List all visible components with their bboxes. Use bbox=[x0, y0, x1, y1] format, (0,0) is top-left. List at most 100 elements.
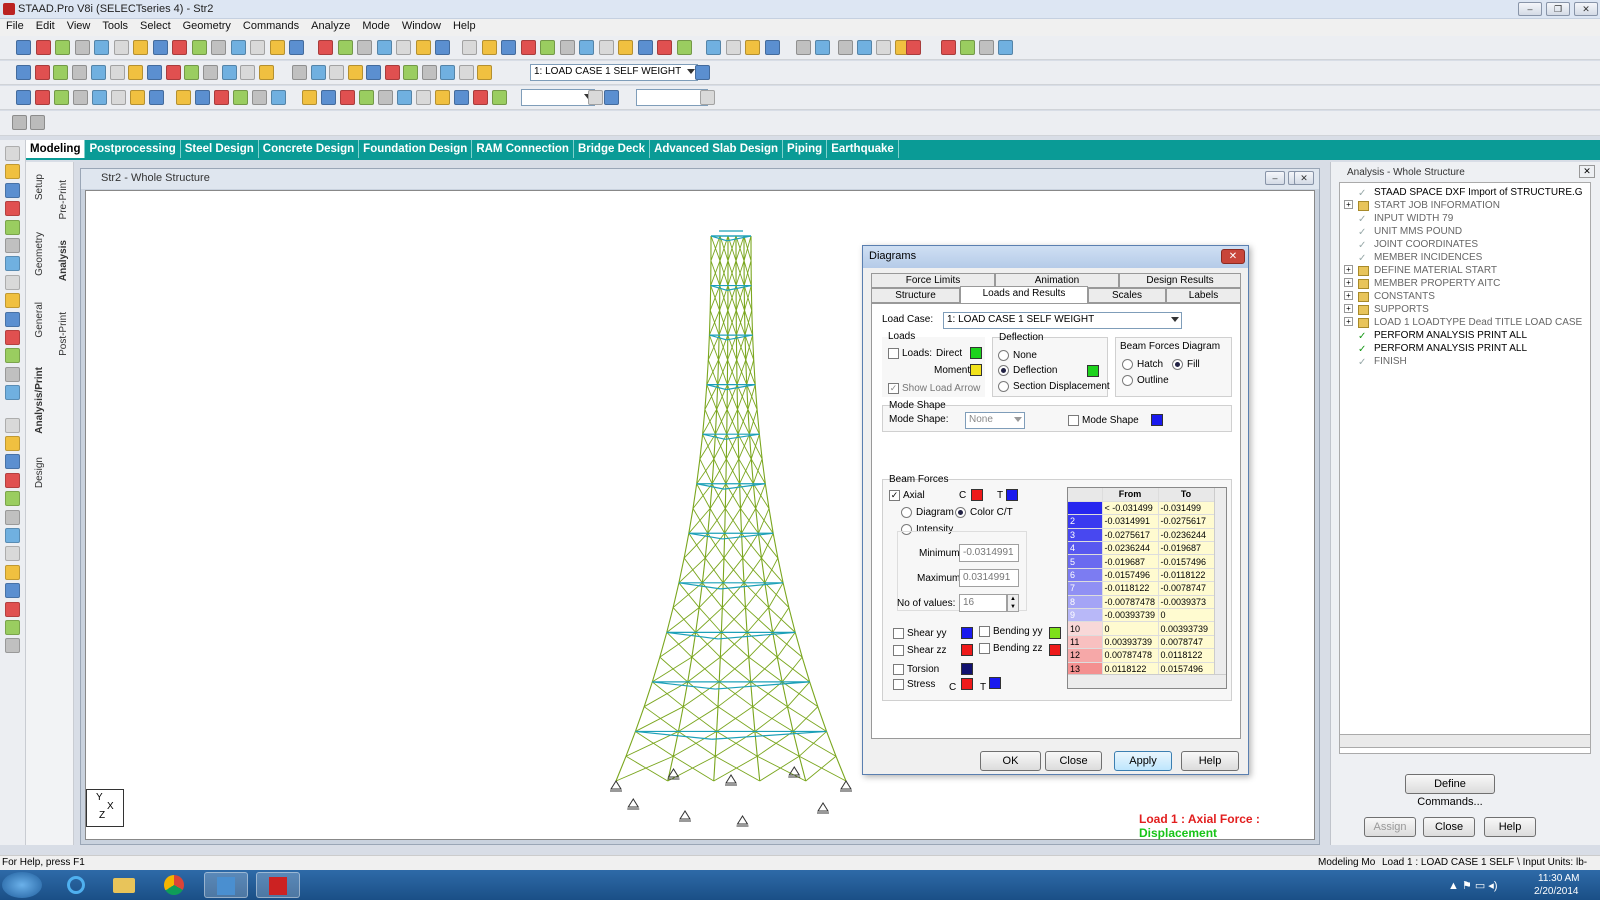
tower-member[interactable] bbox=[798, 731, 827, 757]
direct-color-swatch[interactable] bbox=[970, 347, 982, 359]
toolbar-icon[interactable] bbox=[73, 90, 88, 105]
toolbar-icon[interactable] bbox=[376, 40, 392, 55]
toolbar-icon[interactable] bbox=[384, 65, 400, 80]
tower-member[interactable] bbox=[709, 483, 713, 509]
menu-analyze[interactable]: Analyze bbox=[305, 19, 356, 33]
expand-icon[interactable]: + bbox=[1344, 304, 1353, 313]
toolbar-icon[interactable] bbox=[454, 90, 469, 105]
tower-member[interactable] bbox=[715, 681, 810, 690]
tower-member[interactable] bbox=[695, 607, 700, 633]
dialog-help-button[interactable]: Help bbox=[1181, 751, 1239, 771]
toolbar-icon[interactable] bbox=[337, 40, 353, 55]
stress-checkbox[interactable] bbox=[893, 679, 904, 690]
tower-member[interactable] bbox=[725, 458, 740, 484]
toolbar-icon[interactable] bbox=[421, 65, 437, 80]
toolbar-icon[interactable] bbox=[233, 90, 248, 105]
tower-member[interactable] bbox=[683, 557, 703, 584]
minimize-button[interactable]: – bbox=[1518, 2, 1542, 16]
left-tool-icon[interactable] bbox=[5, 417, 20, 433]
toolbar-icon[interactable] bbox=[92, 90, 107, 105]
tower-member[interactable] bbox=[718, 681, 753, 708]
tower-member[interactable] bbox=[724, 508, 726, 534]
toolbar-icon[interactable] bbox=[318, 40, 333, 55]
assign-button[interactable]: Assign bbox=[1364, 817, 1416, 837]
tab-modeling[interactable]: Modeling bbox=[26, 140, 86, 158]
toolbar-icon[interactable] bbox=[130, 90, 145, 105]
command-tree[interactable]: ✓ STAAD SPACE DXF Import of STRUCTURE.G + S… bbox=[1339, 182, 1591, 754]
tower-member[interactable] bbox=[726, 284, 752, 291]
toolbar-icon[interactable] bbox=[292, 65, 307, 80]
toolbar-icon[interactable] bbox=[695, 65, 710, 80]
tower-member[interactable] bbox=[788, 607, 796, 633]
left-tool-icon[interactable] bbox=[5, 564, 20, 580]
toolbar-icon[interactable] bbox=[146, 65, 162, 80]
toolbar-icon[interactable] bbox=[588, 90, 603, 105]
tree-item[interactable]: + MEMBER PROPERTY AITC bbox=[1344, 278, 1590, 291]
tower-member[interactable] bbox=[717, 359, 720, 385]
vtab-analysis[interactable]: Analysis bbox=[58, 240, 69, 281]
toolbar-icon[interactable] bbox=[269, 40, 285, 55]
toolbar-icon[interactable] bbox=[492, 90, 507, 105]
chrome-icon[interactable] bbox=[152, 872, 196, 898]
tower-member[interactable] bbox=[724, 508, 742, 534]
toolbar-icon[interactable] bbox=[340, 90, 355, 105]
clock-time[interactable]: 11:30 AM bbox=[1538, 873, 1580, 884]
tab-earthquake[interactable]: Earthquake bbox=[827, 140, 899, 158]
tower-member[interactable] bbox=[752, 458, 763, 484]
tower-member[interactable] bbox=[776, 632, 796, 658]
toolbar-icon[interactable] bbox=[501, 40, 516, 55]
tower-member[interactable] bbox=[781, 681, 819, 708]
tower-member[interactable] bbox=[713, 434, 716, 459]
grid-row[interactable]: 8 -0.00787478 -0.0039373 bbox=[1068, 595, 1215, 610]
toolbar-icon[interactable] bbox=[435, 40, 450, 55]
diagram-radio[interactable] bbox=[901, 507, 912, 518]
toolbar-icon[interactable] bbox=[310, 65, 326, 80]
tower-member[interactable] bbox=[724, 483, 727, 509]
toolbar-icon[interactable] bbox=[416, 90, 431, 105]
tower-member[interactable] bbox=[723, 533, 726, 559]
tower-member[interactable] bbox=[722, 532, 774, 540]
menu-help[interactable]: Help bbox=[447, 19, 482, 33]
tower-member[interactable] bbox=[787, 706, 827, 732]
toolbar-icon[interactable] bbox=[214, 90, 229, 105]
grid-row[interactable]: 5 -0.019687 -0.0157496 bbox=[1068, 554, 1215, 569]
tab-design-results[interactable]: Design Results bbox=[1119, 273, 1241, 288]
expand-icon[interactable]: + bbox=[1344, 278, 1353, 287]
tower-member[interactable] bbox=[721, 607, 746, 633]
left-tool-icon[interactable] bbox=[5, 620, 20, 635]
left-tool-icon[interactable] bbox=[5, 311, 20, 327]
tower-member[interactable] bbox=[696, 483, 725, 490]
tower-member[interactable] bbox=[758, 508, 770, 534]
tower-member[interactable] bbox=[635, 730, 712, 740]
tower-member[interactable] bbox=[754, 706, 788, 732]
toolbar-icon[interactable] bbox=[598, 40, 614, 55]
tower-member[interactable] bbox=[716, 384, 719, 410]
tower-member[interactable] bbox=[746, 607, 769, 633]
tower-member[interactable] bbox=[713, 755, 758, 782]
toolbar-icon[interactable] bbox=[378, 90, 393, 105]
tree-item[interactable]: ✓ INPUT WIDTH 79 bbox=[1344, 213, 1590, 226]
tower-member[interactable] bbox=[726, 384, 756, 391]
tower-member[interactable] bbox=[724, 508, 741, 534]
tower-member[interactable] bbox=[702, 433, 715, 460]
toolbar-icon[interactable] bbox=[745, 40, 760, 55]
toolbar-icon[interactable] bbox=[94, 40, 109, 55]
tower-member[interactable] bbox=[678, 582, 700, 608]
toolbar-icon[interactable] bbox=[259, 65, 275, 80]
tower-member[interactable] bbox=[710, 284, 728, 291]
toolbar-icon[interactable] bbox=[191, 40, 207, 55]
left-tool-icon[interactable] bbox=[5, 256, 20, 272]
toolbar-icon[interactable] bbox=[397, 90, 412, 105]
tower-member[interactable] bbox=[696, 483, 711, 509]
grid-row[interactable]: 11 0.00393739 0.0078747 bbox=[1068, 635, 1215, 650]
toolbar-icon[interactable] bbox=[16, 40, 31, 55]
expand-icon[interactable]: + bbox=[1344, 200, 1353, 209]
left-tool-icon[interactable] bbox=[5, 583, 20, 599]
load-case-combo[interactable]: 1: LOAD CASE 1 SELF WEIGHT bbox=[530, 64, 698, 81]
tower-member[interactable] bbox=[699, 458, 713, 484]
grid-row[interactable]: 2 -0.0314991 -0.0275617 bbox=[1068, 514, 1215, 529]
toolbar-icon[interactable] bbox=[366, 65, 381, 80]
tower-member[interactable] bbox=[750, 656, 778, 683]
tower-member[interactable] bbox=[748, 656, 783, 683]
no-of-values-input[interactable]: 16 bbox=[959, 594, 1007, 612]
